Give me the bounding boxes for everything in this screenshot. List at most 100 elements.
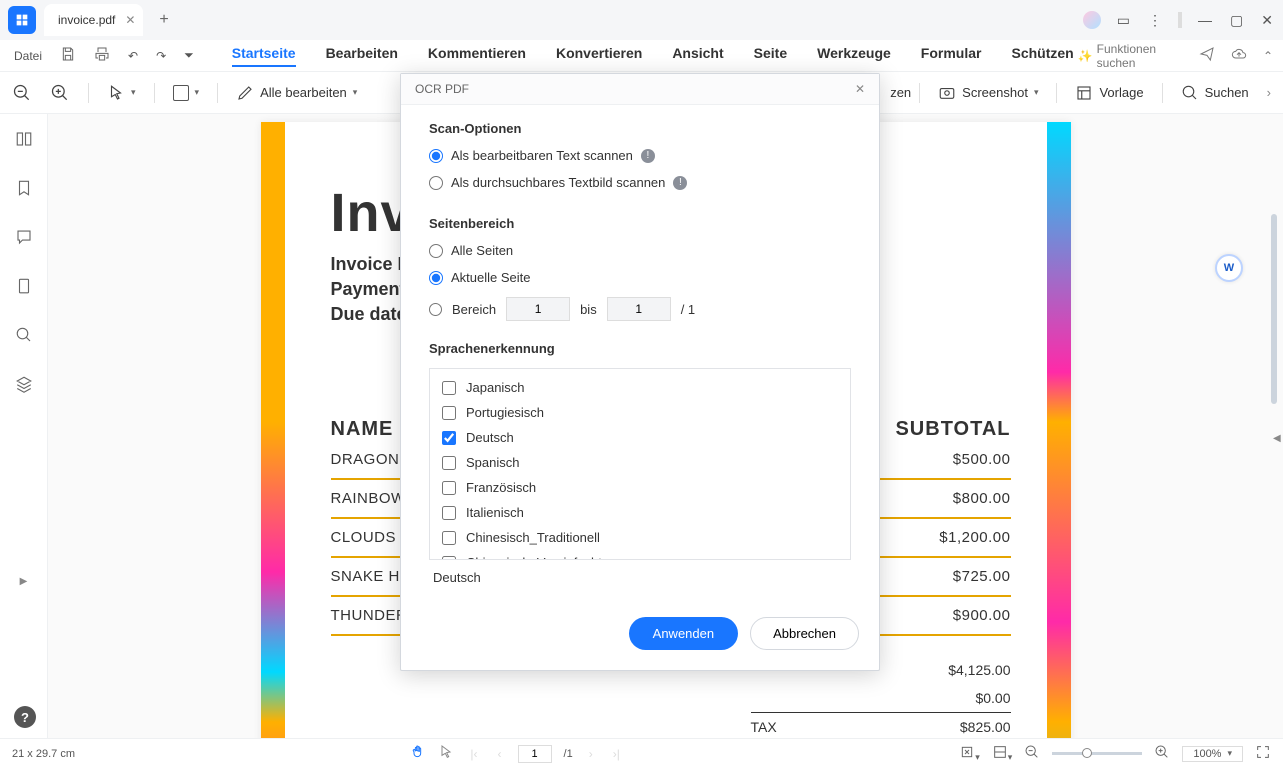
collapse-ribbon-icon[interactable]: ⌃	[1263, 49, 1273, 63]
radio-searchable-image[interactable]: Als durchsuchbares Textbild scannen !	[429, 175, 851, 190]
language-option[interactable]: Deutsch	[442, 425, 838, 450]
search-tool[interactable]: Suchen	[1181, 84, 1249, 102]
menu-seite[interactable]: Seite	[754, 45, 787, 67]
language-option[interactable]: Chinesisch_Traditionell	[442, 525, 838, 550]
summary-tax: $825.00	[960, 719, 1011, 735]
edit-all-tool[interactable]: Alle bearbeiten▾	[236, 84, 357, 102]
layers-panel-icon[interactable]	[15, 375, 33, 396]
fit-page-icon[interactable]: ▾	[959, 744, 980, 763]
vertical-scrollbar[interactable]	[1271, 214, 1277, 404]
toolbar-overflow-icon[interactable]: ›	[1267, 85, 1271, 100]
language-option[interactable]: Portugiesisch	[442, 400, 838, 425]
send-icon[interactable]	[1199, 46, 1215, 65]
range-total: / 1	[681, 302, 695, 317]
undo-icon[interactable]: ↶	[124, 47, 142, 65]
menu-startseite[interactable]: Startseite	[232, 45, 296, 67]
scan-options-heading: Scan-Optionen	[429, 121, 851, 136]
summary-discount: $0.00	[975, 690, 1010, 706]
maximize-button[interactable]: ▢	[1228, 10, 1245, 31]
radio-custom-range[interactable]	[429, 303, 442, 316]
menu-ansicht[interactable]: Ansicht	[672, 45, 723, 67]
dialog-close-icon[interactable]: ✕	[855, 82, 865, 96]
selected-languages: Deutsch	[429, 560, 851, 595]
page-dimensions: 21 x 29.7 cm	[12, 748, 75, 760]
print-icon[interactable]	[90, 44, 114, 67]
comments-panel-icon[interactable]	[15, 228, 33, 249]
redo-icon[interactable]: ↷	[152, 47, 170, 65]
attachments-panel-icon[interactable]	[15, 277, 33, 298]
decorative-stripe-right	[1047, 122, 1071, 738]
first-page-button[interactable]: |‹	[466, 745, 481, 763]
ocr-dialog: OCR PDF ✕ Scan-Optionen Als bearbeitbare…	[400, 73, 880, 671]
info-icon[interactable]: !	[641, 149, 655, 163]
zoom-in-button[interactable]	[50, 83, 70, 103]
next-page-button[interactable]: ›	[585, 745, 597, 763]
close-tab-icon[interactable]: ✕	[125, 13, 135, 27]
dialog-title: OCR PDF	[415, 82, 469, 96]
cloud-upload-icon[interactable]	[1231, 46, 1247, 65]
range-from-input[interactable]	[506, 297, 570, 321]
range-to-input[interactable]	[607, 297, 671, 321]
radio-current-page[interactable]: Aktuelle Seite	[429, 270, 851, 285]
last-page-button[interactable]: ›|	[609, 745, 624, 763]
app-logo	[8, 6, 36, 34]
language-list[interactable]: JapanischPortugiesischDeutschSpanischFra…	[429, 368, 851, 560]
language-option[interactable]: Italienisch	[442, 500, 838, 525]
page-range-heading: Seitenbereich	[429, 216, 851, 231]
bookmarks-panel-icon[interactable]	[15, 179, 33, 200]
range-label: Bereich	[452, 302, 496, 317]
expand-right-panel-icon[interactable]	[1273, 426, 1283, 450]
language-option[interactable]: Spanisch	[442, 450, 838, 475]
minimize-button[interactable]: —	[1196, 10, 1214, 30]
page-number-input[interactable]	[518, 745, 552, 763]
convert-to-word-badge[interactable]: W	[1215, 254, 1243, 282]
menu-schützen[interactable]: Schützen	[1011, 45, 1073, 67]
page-total: /1	[564, 748, 573, 760]
view-mode-icon[interactable]: ▾	[992, 744, 1013, 763]
search-panel-icon[interactable]	[15, 326, 33, 347]
feature-search[interactable]: ✨Funktionen suchen	[1078, 42, 1183, 70]
add-tab-button[interactable]: +	[151, 7, 176, 33]
menu-werkzeuge[interactable]: Werkzeuge	[817, 45, 891, 67]
info-icon[interactable]: !	[673, 176, 687, 190]
menu-formular[interactable]: Formular	[921, 45, 982, 67]
template-tool[interactable]: Vorlage	[1075, 84, 1143, 102]
zoom-out-button[interactable]	[12, 83, 32, 103]
fullscreen-icon[interactable]	[1255, 744, 1271, 763]
menu-bearbeiten[interactable]: Bearbeiten	[326, 45, 398, 67]
zoom-value[interactable]: 100%▾	[1182, 746, 1243, 762]
save-icon[interactable]	[56, 44, 80, 67]
language-option[interactable]: Französisch	[442, 475, 838, 500]
close-window-button[interactable]: ✕	[1259, 10, 1275, 31]
summary-tax-label: TAX	[751, 719, 777, 735]
help-button[interactable]: ?	[14, 706, 36, 728]
quick-actions-dropdown-icon[interactable]: ⏷	[180, 46, 198, 65]
hand-tool-icon[interactable]	[410, 744, 426, 763]
file-menu[interactable]: Datei	[10, 47, 46, 65]
apply-button[interactable]: Anwenden	[629, 617, 738, 650]
language-option[interactable]: Chinesisch_Vereinfacht	[442, 550, 838, 560]
zoom-in-status-button[interactable]	[1154, 744, 1170, 763]
kebab-menu-icon[interactable]: ⋮	[1146, 10, 1164, 31]
expand-sidebar-icon[interactable]: ▶	[20, 576, 28, 587]
language-option[interactable]: Japanisch	[442, 375, 838, 400]
document-tab[interactable]: invoice.pdf ✕	[44, 4, 143, 36]
menu-konvertieren[interactable]: Konvertieren	[556, 45, 642, 67]
thumbnails-panel-icon[interactable]	[15, 130, 33, 151]
cancel-button[interactable]: Abbrechen	[750, 617, 859, 650]
radio-editable-text[interactable]: Als bearbeitbaren Text scannen !	[429, 148, 851, 163]
menu-kommentieren[interactable]: Kommentieren	[428, 45, 526, 67]
zoom-out-status-button[interactable]	[1024, 744, 1040, 763]
zoom-slider[interactable]	[1052, 752, 1142, 755]
prev-page-button[interactable]: ‹	[494, 745, 506, 763]
decorative-stripe-left	[261, 122, 285, 738]
select-tool[interactable]: ▾	[107, 84, 136, 102]
radio-all-pages[interactable]: Alle Seiten	[429, 243, 851, 258]
main-menu: Startseite Bearbeiten Kommentieren Konverti…	[232, 45, 1074, 67]
shape-tool[interactable]: ▾	[173, 85, 200, 101]
text-select-tool-icon[interactable]	[438, 744, 454, 763]
notifications-icon[interactable]: ▭	[1115, 10, 1132, 31]
language-detection-heading: Sprachenerkennung	[429, 341, 851, 356]
screenshot-tool[interactable]: Screenshot▾	[938, 84, 1038, 102]
account-avatar[interactable]	[1083, 11, 1101, 29]
